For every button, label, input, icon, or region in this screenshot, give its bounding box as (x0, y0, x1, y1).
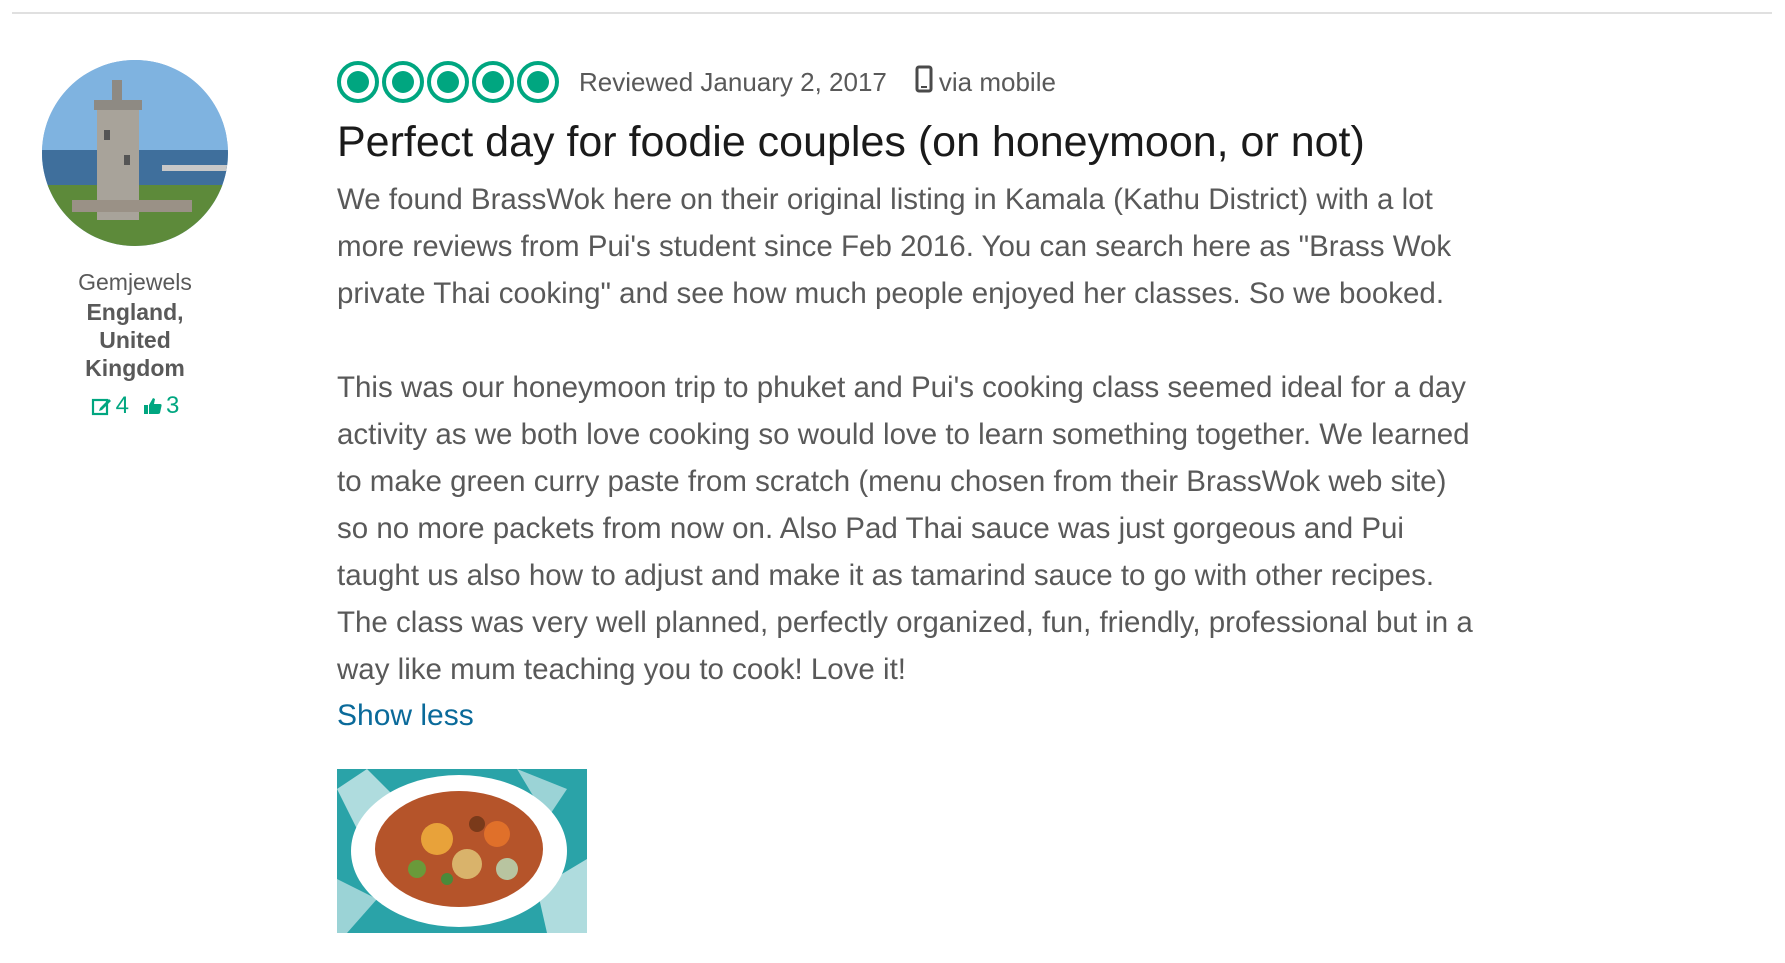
rating-bubble-icon (472, 61, 514, 103)
review-date: Reviewed January 2, 2017 (579, 66, 887, 97)
contributions-badge: 4 (91, 392, 129, 420)
review-container: Reviewed January 2, 2017 via mobile Perf… (337, 60, 1667, 933)
rating-bubble-icon (517, 61, 559, 103)
top-divider (12, 12, 1772, 14)
member-username[interactable]: Gemjewels (20, 268, 250, 296)
via-mobile: via mobile (915, 65, 1056, 100)
helpful-votes-count: 3 (166, 392, 180, 419)
member-stats: 4 3 (20, 392, 250, 420)
rating-bubble-icon (382, 61, 424, 103)
rating-bubble-icon (427, 61, 469, 103)
rating-bubble-icon (337, 61, 379, 103)
mobile-phone-icon (915, 65, 933, 100)
show-less-link[interactable]: Show less (337, 693, 474, 739)
member-info: Gemjewels England, United Kingdom 4 3 (20, 60, 250, 420)
pencil-edit-icon (91, 395, 113, 417)
review-paragraph: This was our honeymoon trip to phuket an… (337, 371, 1473, 686)
contributions-count: 4 (115, 392, 129, 419)
review-title[interactable]: Perfect day for foodie couples (on honey… (337, 116, 1667, 168)
via-mobile-label: via mobile (938, 66, 1056, 97)
thumbs-up-icon (143, 396, 163, 416)
review-meta: Reviewed January 2, 2017 via mobile (337, 60, 1667, 104)
rating-bubbles (337, 61, 559, 103)
helpful-votes-badge: 3 (143, 392, 179, 420)
review-photo[interactable] (337, 769, 587, 933)
review-paragraph: We found BrassWok here on their original… (337, 183, 1452, 310)
member-avatar[interactable] (42, 60, 228, 246)
member-location: England, United Kingdom (85, 299, 185, 381)
review-body: We found BrassWok here on their original… (337, 176, 1667, 693)
